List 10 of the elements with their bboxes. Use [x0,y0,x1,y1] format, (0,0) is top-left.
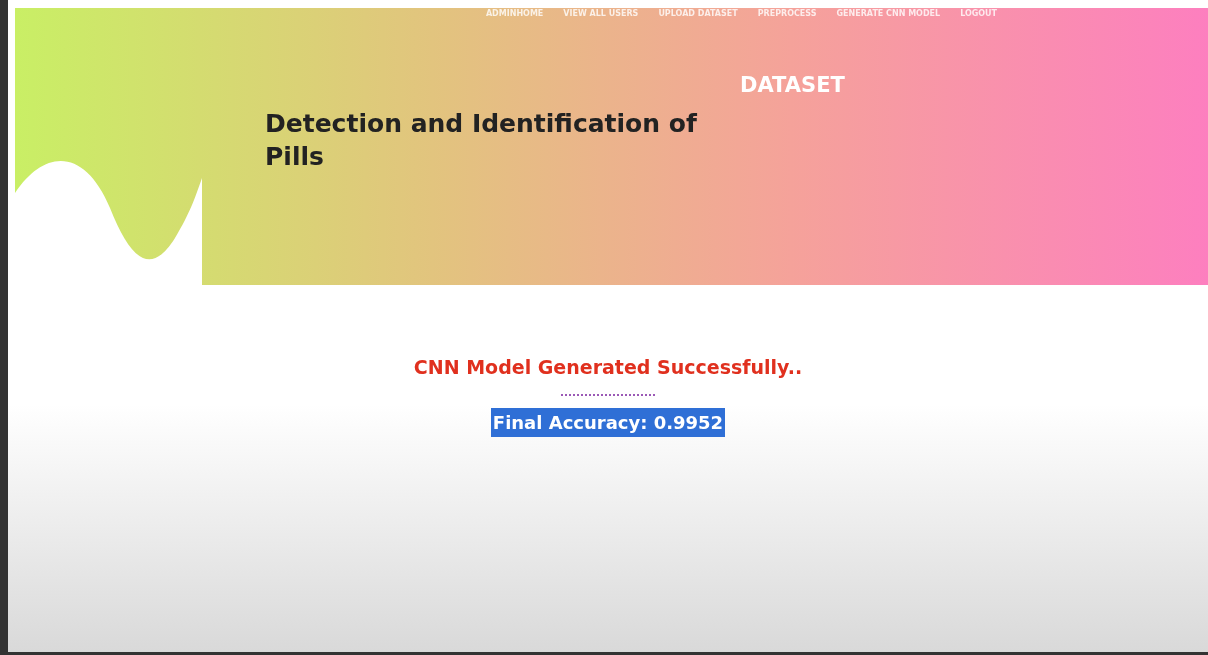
site-title: Detection and Identification of Pills [265,108,698,173]
nav-link[interactable]: ADMINHOME [485,8,544,20]
accuracy-text: Final Accuracy: 0.9952 [490,407,726,437]
nav-link[interactable]: GENERATE CNN MODEL [836,8,941,20]
nav-link[interactable]: LOGOUT [960,8,998,20]
nav-link[interactable]: PREPROCESS [757,8,817,20]
page-heading: DATASET [740,72,845,99]
success-message: CNN Model Generated Successfully.. [413,355,803,380]
nav-link[interactable]: VIEW ALL USERS [563,8,639,20]
nav-link[interactable]: UPLOAD DATASET [658,8,738,20]
